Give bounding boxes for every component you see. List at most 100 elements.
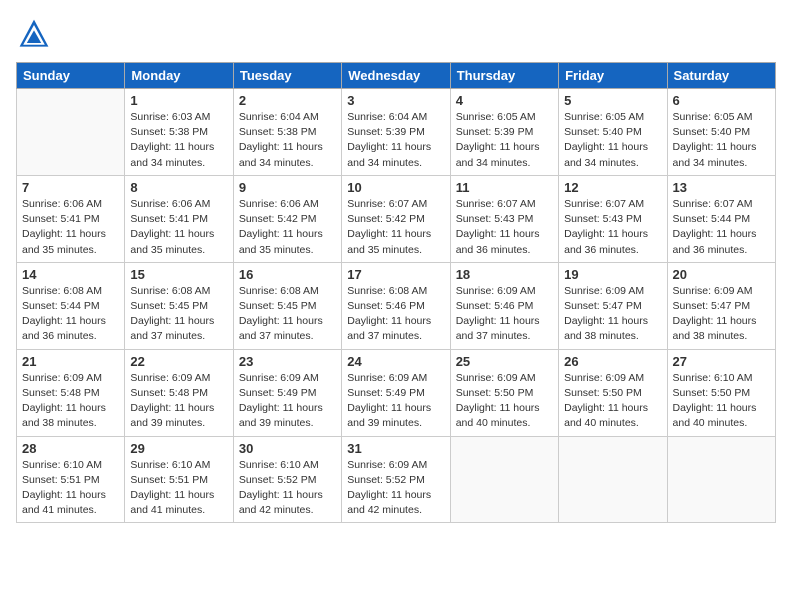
calendar-cell [667, 436, 775, 523]
calendar-week-4: 21 Sunrise: 6:09 AM Sunset: 5:48 PM Dayli… [17, 349, 776, 436]
cell-info: Sunrise: 6:09 AM Sunset: 5:52 PM Dayligh… [347, 458, 444, 519]
day-number: 10 [347, 180, 444, 195]
cell-info: Sunrise: 6:03 AM Sunset: 5:38 PM Dayligh… [130, 110, 227, 171]
day-number: 9 [239, 180, 336, 195]
logo-icon [16, 16, 52, 52]
day-number: 21 [22, 354, 119, 369]
day-number: 22 [130, 354, 227, 369]
calendar-cell: 20 Sunrise: 6:09 AM Sunset: 5:47 PM Dayli… [667, 262, 775, 349]
calendar-week-1: 1 Sunrise: 6:03 AM Sunset: 5:38 PM Daylig… [17, 89, 776, 176]
cell-info: Sunrise: 6:06 AM Sunset: 5:41 PM Dayligh… [130, 197, 227, 258]
calendar-cell: 31 Sunrise: 6:09 AM Sunset: 5:52 PM Dayli… [342, 436, 450, 523]
calendar-cell: 7 Sunrise: 6:06 AM Sunset: 5:41 PM Daylig… [17, 175, 125, 262]
day-number: 31 [347, 441, 444, 456]
day-number: 6 [673, 93, 770, 108]
cell-info: Sunrise: 6:05 AM Sunset: 5:40 PM Dayligh… [673, 110, 770, 171]
cell-info: Sunrise: 6:09 AM Sunset: 5:49 PM Dayligh… [347, 371, 444, 432]
day-number: 5 [564, 93, 661, 108]
calendar-cell: 12 Sunrise: 6:07 AM Sunset: 5:43 PM Dayli… [559, 175, 667, 262]
cell-info: Sunrise: 6:06 AM Sunset: 5:42 PM Dayligh… [239, 197, 336, 258]
calendar-header-row: SundayMondayTuesdayWednesdayThursdayFrid… [17, 63, 776, 89]
calendar-header-sunday: Sunday [17, 63, 125, 89]
cell-info: Sunrise: 6:09 AM Sunset: 5:49 PM Dayligh… [239, 371, 336, 432]
calendar-cell: 29 Sunrise: 6:10 AM Sunset: 5:51 PM Dayli… [125, 436, 233, 523]
logo [16, 16, 56, 52]
calendar-cell: 11 Sunrise: 6:07 AM Sunset: 5:43 PM Dayli… [450, 175, 558, 262]
cell-info: Sunrise: 6:10 AM Sunset: 5:51 PM Dayligh… [130, 458, 227, 519]
day-number: 29 [130, 441, 227, 456]
calendar-cell: 2Sunrise: 6:04 AM Sunset: 5:38 PM Daylig… [233, 89, 341, 176]
cell-info: Sunrise: 6:09 AM Sunset: 5:48 PM Dayligh… [130, 371, 227, 432]
calendar-cell: 27 Sunrise: 6:10 AM Sunset: 5:50 PM Dayli… [667, 349, 775, 436]
day-number: 12 [564, 180, 661, 195]
calendar-cell: 22 Sunrise: 6:09 AM Sunset: 5:48 PM Dayli… [125, 349, 233, 436]
cell-info: Sunrise: 6:04 AM Sunset: 5:39 PM Dayligh… [347, 110, 444, 171]
calendar-header-monday: Monday [125, 63, 233, 89]
calendar-cell: 30 Sunrise: 6:10 AM Sunset: 5:52 PM Dayli… [233, 436, 341, 523]
cell-info: Sunrise: 6:08 AM Sunset: 5:45 PM Dayligh… [130, 284, 227, 345]
day-number: 15 [130, 267, 227, 282]
calendar-cell: 3 Sunrise: 6:04 AM Sunset: 5:39 PM Daylig… [342, 89, 450, 176]
calendar-cell: 28Sunrise: 6:10 AM Sunset: 5:51 PM Dayli… [17, 436, 125, 523]
calendar-header-wednesday: Wednesday [342, 63, 450, 89]
cell-info: Sunrise: 6:10 AM Sunset: 5:52 PM Dayligh… [239, 458, 336, 519]
cell-info: Sunrise: 6:08 AM Sunset: 5:45 PM Dayligh… [239, 284, 336, 345]
calendar-cell: 16 Sunrise: 6:08 AM Sunset: 5:45 PM Dayli… [233, 262, 341, 349]
calendar-header-saturday: Saturday [667, 63, 775, 89]
cell-info: Sunrise: 6:08 AM Sunset: 5:44 PM Dayligh… [22, 284, 119, 345]
calendar-table: SundayMondayTuesdayWednesdayThursdayFrid… [16, 62, 776, 523]
cell-info: Sunrise: 6:09 AM Sunset: 5:47 PM Dayligh… [673, 284, 770, 345]
cell-info: Sunrise: 6:10 AM Sunset: 5:50 PM Dayligh… [673, 371, 770, 432]
calendar-cell: 14 Sunrise: 6:08 AM Sunset: 5:44 PM Dayli… [17, 262, 125, 349]
calendar-cell: 24Sunrise: 6:09 AM Sunset: 5:49 PM Dayli… [342, 349, 450, 436]
cell-info: Sunrise: 6:08 AM Sunset: 5:46 PM Dayligh… [347, 284, 444, 345]
day-number: 16 [239, 267, 336, 282]
day-number: 7 [22, 180, 119, 195]
day-number: 13 [673, 180, 770, 195]
calendar-cell: 10 Sunrise: 6:07 AM Sunset: 5:42 PM Dayli… [342, 175, 450, 262]
header [16, 16, 776, 52]
cell-info: Sunrise: 6:05 AM Sunset: 5:40 PM Dayligh… [564, 110, 661, 171]
day-number: 25 [456, 354, 553, 369]
day-number: 11 [456, 180, 553, 195]
calendar-cell [450, 436, 558, 523]
day-number: 18 [456, 267, 553, 282]
cell-info: Sunrise: 6:07 AM Sunset: 5:43 PM Dayligh… [564, 197, 661, 258]
day-number: 3 [347, 93, 444, 108]
calendar-cell: 26 Sunrise: 6:09 AM Sunset: 5:50 PM Dayli… [559, 349, 667, 436]
day-number: 1 [130, 93, 227, 108]
day-number: 4 [456, 93, 553, 108]
calendar-cell: 19Sunrise: 6:09 AM Sunset: 5:47 PM Dayli… [559, 262, 667, 349]
calendar-cell [559, 436, 667, 523]
day-number: 26 [564, 354, 661, 369]
day-number: 19 [564, 267, 661, 282]
calendar-cell: 8Sunrise: 6:06 AM Sunset: 5:41 PM Daylig… [125, 175, 233, 262]
cell-info: Sunrise: 6:07 AM Sunset: 5:42 PM Dayligh… [347, 197, 444, 258]
cell-info: Sunrise: 6:06 AM Sunset: 5:41 PM Dayligh… [22, 197, 119, 258]
cell-info: Sunrise: 6:05 AM Sunset: 5:39 PM Dayligh… [456, 110, 553, 171]
calendar-cell: 5 Sunrise: 6:05 AM Sunset: 5:40 PM Daylig… [559, 89, 667, 176]
calendar-header-thursday: Thursday [450, 63, 558, 89]
calendar-week-2: 7 Sunrise: 6:06 AM Sunset: 5:41 PM Daylig… [17, 175, 776, 262]
calendar-cell: 1 Sunrise: 6:03 AM Sunset: 5:38 PM Daylig… [125, 89, 233, 176]
calendar-cell: 23 Sunrise: 6:09 AM Sunset: 5:49 PM Dayli… [233, 349, 341, 436]
day-number: 20 [673, 267, 770, 282]
cell-info: Sunrise: 6:09 AM Sunset: 5:50 PM Dayligh… [564, 371, 661, 432]
calendar-cell: 25 Sunrise: 6:09 AM Sunset: 5:50 PM Dayli… [450, 349, 558, 436]
calendar-week-3: 14 Sunrise: 6:08 AM Sunset: 5:44 PM Dayli… [17, 262, 776, 349]
day-number: 30 [239, 441, 336, 456]
calendar-cell [17, 89, 125, 176]
calendar-cell: 17Sunrise: 6:08 AM Sunset: 5:46 PM Dayli… [342, 262, 450, 349]
calendar-cell: 18 Sunrise: 6:09 AM Sunset: 5:46 PM Dayli… [450, 262, 558, 349]
cell-info: Sunrise: 6:09 AM Sunset: 5:46 PM Dayligh… [456, 284, 553, 345]
day-number: 23 [239, 354, 336, 369]
day-number: 28 [22, 441, 119, 456]
cell-info: Sunrise: 6:07 AM Sunset: 5:44 PM Dayligh… [673, 197, 770, 258]
day-number: 14 [22, 267, 119, 282]
cell-info: Sunrise: 6:09 AM Sunset: 5:50 PM Dayligh… [456, 371, 553, 432]
calendar-cell: 21Sunrise: 6:09 AM Sunset: 5:48 PM Dayli… [17, 349, 125, 436]
cell-info: Sunrise: 6:04 AM Sunset: 5:38 PM Dayligh… [239, 110, 336, 171]
day-number: 27 [673, 354, 770, 369]
calendar-week-5: 28 Sunrise: 6:10 AM Sunset: 5:51 PM Dayli… [17, 436, 776, 523]
cell-info: Sunrise: 6:07 AM Sunset: 5:43 PM Dayligh… [456, 197, 553, 258]
